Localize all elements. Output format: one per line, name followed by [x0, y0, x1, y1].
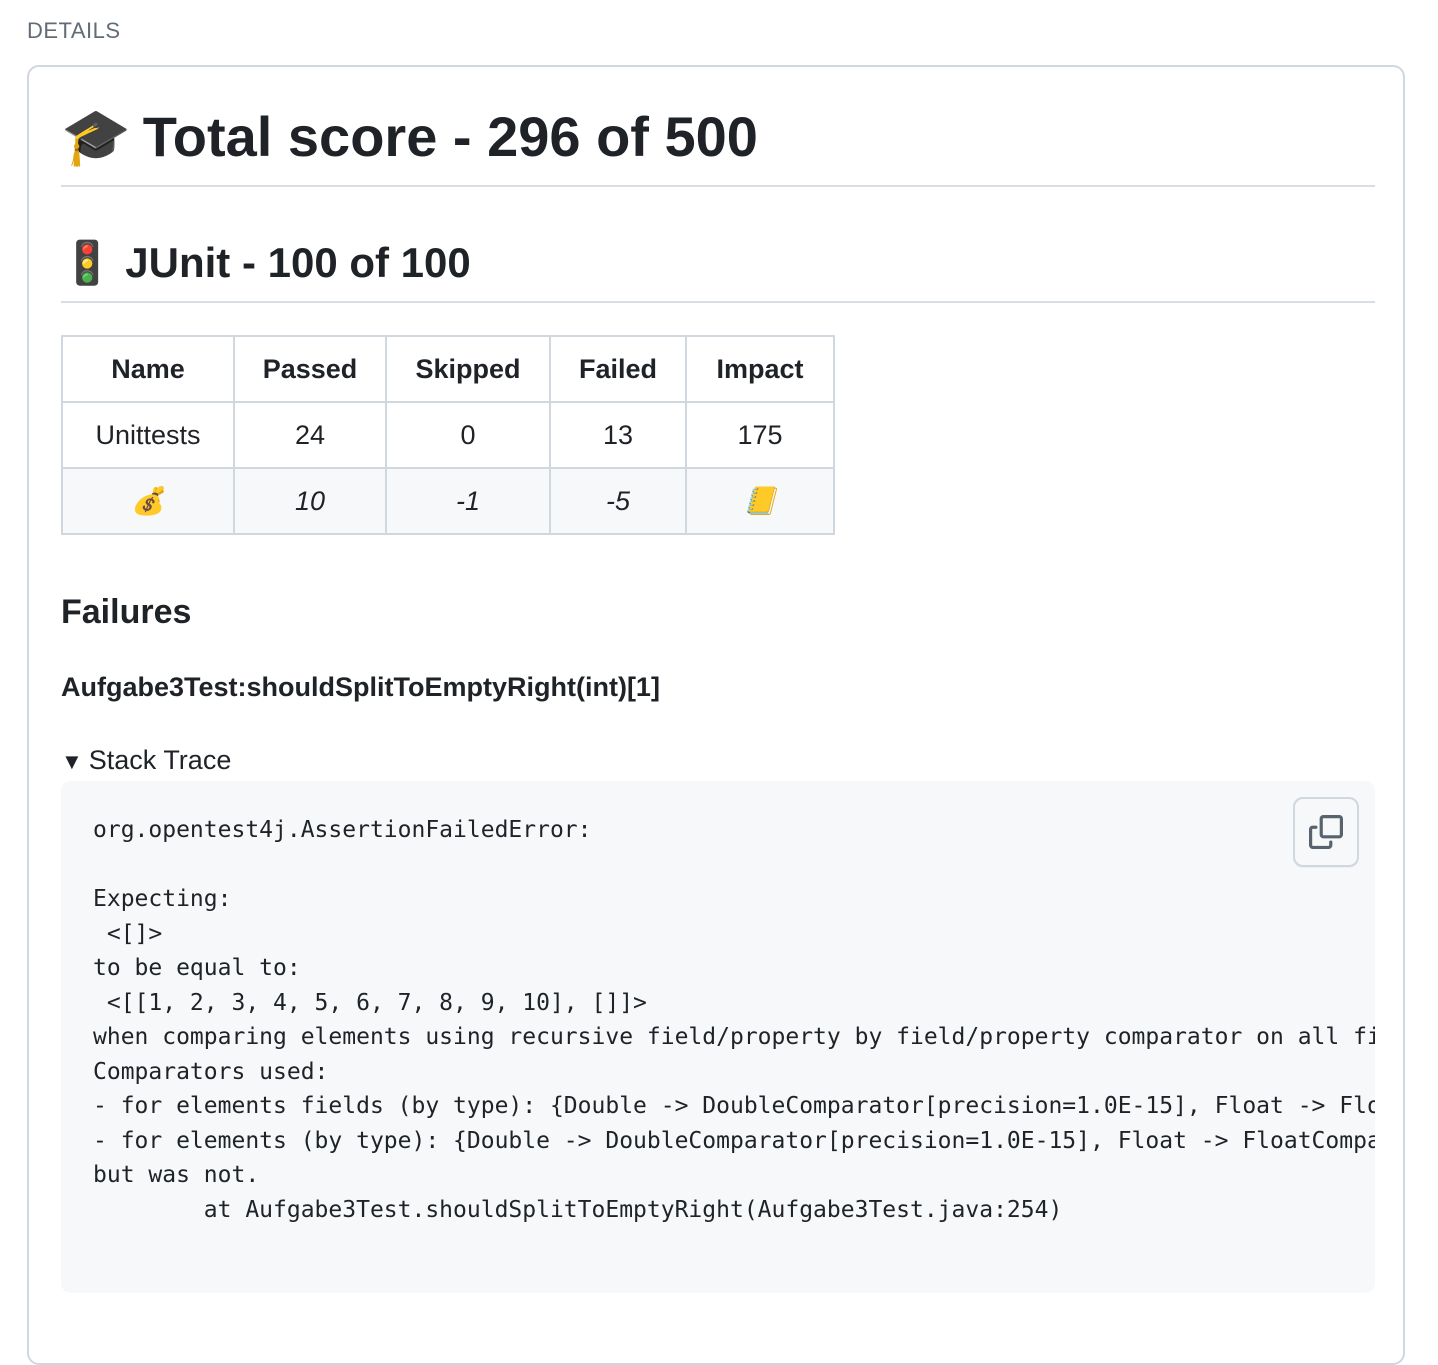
ledger-icon: 📒: [685, 467, 835, 535]
cell-impact: 175: [685, 401, 835, 469]
header-name: Name: [61, 335, 235, 403]
cell-skipped: 0: [385, 401, 551, 469]
cell-passed: 24: [233, 401, 387, 469]
table-row: Unittests 24 0 13 175: [61, 401, 835, 469]
total-score-heading: 🎓 Total score - 296 of 500: [61, 105, 758, 169]
traffic-light-icon: 🚦: [61, 239, 114, 286]
divider: [61, 301, 1375, 303]
stack-trace-label: Stack Trace: [88, 745, 232, 775]
header-passed: Passed: [233, 335, 387, 403]
table-header-row: Name Passed Skipped Failed Impact: [61, 335, 835, 403]
triangle-down-icon: ▼: [61, 749, 83, 774]
failures-heading: Failures: [61, 593, 192, 631]
junit-title: JUnit - 100 of 100: [125, 239, 471, 286]
money-bag-icon: 💰: [61, 467, 235, 535]
total-score-title: Total score - 296 of 500: [142, 105, 758, 168]
graduation-cap-icon: 🎓: [61, 105, 131, 168]
section-label: DETAILS: [27, 18, 121, 43]
stack-trace-text: org.opentest4j.AssertionFailedError: Exp…: [93, 817, 1375, 1223]
stack-trace-toggle[interactable]: ▼ Stack Trace: [61, 743, 231, 779]
results-table: Name Passed Skipped Failed Impact Unitte…: [61, 335, 835, 535]
copy-button[interactable]: [1293, 797, 1359, 867]
stack-trace-block: org.opentest4j.AssertionFailedError: Exp…: [61, 781, 1375, 1293]
details-card: 🎓 Total score - 296 of 500 🚦 JUnit - 100 o…: [27, 65, 1405, 1365]
points-passed: 10: [233, 467, 387, 535]
copy-icon: [1309, 815, 1343, 849]
cell-failed: 13: [549, 401, 687, 469]
points-failed: -5: [549, 467, 687, 535]
cell-name: Unittests: [61, 401, 235, 469]
header-impact: Impact: [685, 335, 835, 403]
failed-test-name: Aufgabe3Test:shouldSplitToEmptyRight(int…: [61, 672, 660, 702]
divider: [61, 185, 1375, 187]
header-failed: Failed: [549, 335, 687, 403]
points-skipped: -1: [385, 467, 551, 535]
header-skipped: Skipped: [385, 335, 551, 403]
points-row: 💰 10 -1 -5 📒: [61, 467, 835, 535]
junit-heading: 🚦 JUnit - 100 of 100: [61, 239, 471, 287]
